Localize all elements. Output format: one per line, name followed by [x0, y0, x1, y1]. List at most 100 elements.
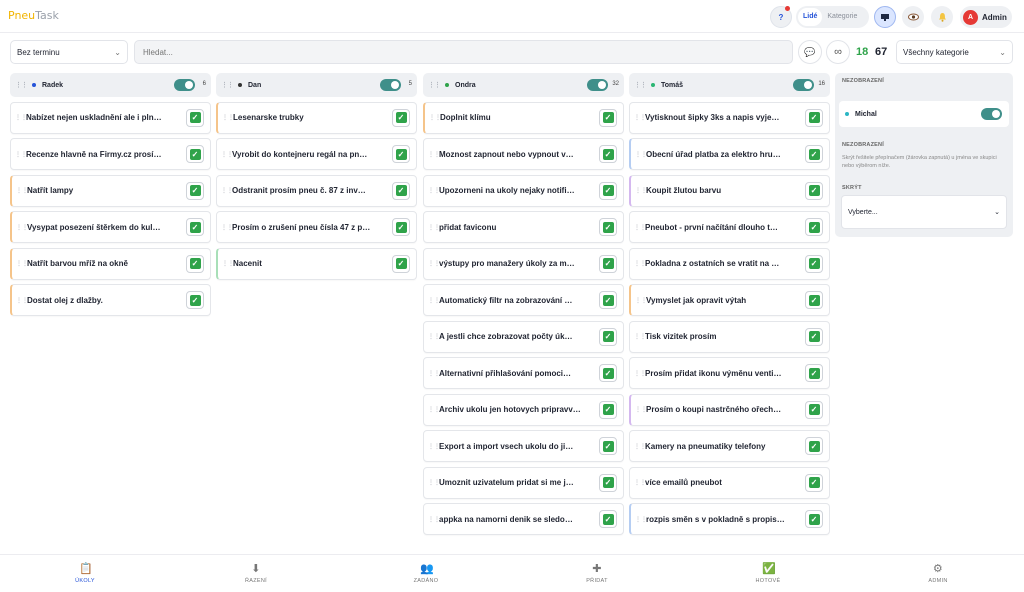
task-card[interactable]: ⋮⋮ Koupit žlutou barvu ✓ [629, 174, 830, 207]
nav-item-4[interactable]: ✅ HOTOVÉ [738, 563, 798, 584]
nav-item-2[interactable]: 👥 ZADÁNO [396, 563, 456, 584]
task-card[interactable]: ⋮⋮ Natřít lampy ✓ [10, 174, 211, 207]
drag-handle-icon[interactable]: ⋮⋮ [635, 151, 647, 158]
complete-checkbox[interactable]: ✓ [805, 364, 823, 382]
task-card[interactable]: ⋮⋮ Umoznit uzivatelum pridat si me j… ✓ [423, 466, 624, 499]
complete-checkbox[interactable]: ✓ [599, 181, 617, 200]
drag-handle-icon[interactable]: ⋮⋮ [15, 151, 27, 158]
nav-item-5[interactable]: ⚙ ADMIN [908, 563, 968, 584]
task-card[interactable]: ⋮⋮ Automatický filtr na zobrazování … ✓ [423, 284, 624, 316]
task-card[interactable]: ⋮⋮ Vytisknout šipky 3ks a napis vyje… ✓ [629, 101, 830, 134]
complete-checkbox[interactable]: ✓ [186, 181, 204, 200]
task-card[interactable]: ⋮⋮ Nacenit ✓ [216, 247, 417, 280]
notifications-button[interactable] [931, 6, 953, 28]
complete-checkbox[interactable]: ✓ [392, 145, 410, 163]
complete-checkbox[interactable]: ✓ [599, 364, 617, 382]
drag-handle-icon[interactable]: ⋮⋮ [428, 479, 440, 486]
task-card[interactable]: ⋮⋮ Export a import vsech ukolu do ji… ✓ [423, 430, 624, 462]
task-card[interactable]: ⋮⋮ Nabízet nejen uskladnění ale i pln… ✓ [10, 101, 211, 134]
visibility-toggle[interactable] [380, 79, 401, 91]
task-card[interactable]: ⋮⋮ přidat faviconu ✓ [423, 211, 624, 243]
complete-checkbox[interactable]: ✓ [186, 291, 204, 309]
category-filter-select[interactable]: Všechny kategorie ⌄ [896, 40, 1013, 64]
drag-handle-icon[interactable]: ⋮⋮ [634, 333, 646, 340]
complete-checkbox[interactable]: ✓ [186, 145, 204, 163]
drag-handle-icon[interactable]: ⋮⋮ [428, 224, 440, 231]
infinity-button[interactable]: ∞ [826, 40, 850, 64]
drag-handle-icon[interactable]: ⋮⋮ [16, 187, 28, 194]
complete-checkbox[interactable]: ✓ [805, 108, 823, 127]
task-card[interactable]: ⋮⋮ Odstranit prosím pneu č. 87 z inv… ✓ [216, 174, 417, 207]
task-card[interactable]: ⋮⋮ Upozorneni na ukoly nejaky notifi… ✓ [423, 174, 624, 207]
task-card[interactable]: ⋮⋮ výstupy pro manažery úkoly za m… ✓ [423, 247, 624, 280]
complete-checkbox[interactable]: ✓ [599, 108, 617, 127]
drag-handle-icon[interactable]: ⋮⋮ [221, 224, 233, 231]
complete-checkbox[interactable]: ✓ [186, 218, 204, 236]
complete-checkbox[interactable]: ✓ [599, 218, 617, 236]
task-card[interactable]: ⋮⋮ A jestli chce zobrazovat počty úk… ✓ [423, 320, 624, 353]
hidden-person-row[interactable]: Michal [839, 101, 1009, 127]
task-card[interactable]: ⋮⋮ Moznost zapnout nebo vypnout v… ✓ [423, 138, 624, 170]
search-field[interactable] [134, 40, 793, 64]
drag-handle-icon[interactable]: ⋮⋮ [428, 370, 440, 377]
drag-handle-icon[interactable]: ⋮⋮ [428, 516, 440, 523]
app-logo[interactable]: PneuTask [8, 9, 59, 22]
task-card[interactable]: ⋮⋮ Lesenarske trubky ✓ [216, 101, 417, 134]
hide-person-select[interactable]: Vyberte... ⌄ [841, 195, 1007, 229]
user-menu-button[interactable]: A Admin [960, 6, 1012, 28]
task-card[interactable]: ⋮⋮ Vysypat posezení štěrkem do kul… ✓ [10, 211, 211, 243]
drag-handle-icon[interactable]: ⋮⋮ [428, 187, 440, 194]
drag-handle-icon[interactable]: ⋮⋮ [634, 370, 646, 377]
visibility-toggle[interactable] [981, 108, 1002, 120]
task-card[interactable]: ⋮⋮ Vyrobit do kontejneru regál na pn… ✓ [216, 138, 417, 170]
drag-handle-icon[interactable]: ⋮⋮ [428, 151, 440, 158]
view-people-tab[interactable]: Lidé [798, 8, 823, 26]
complete-checkbox[interactable]: ✓ [805, 145, 823, 163]
complete-checkbox[interactable]: ✓ [599, 510, 617, 528]
complete-checkbox[interactable]: ✓ [599, 473, 617, 492]
task-card[interactable]: ⋮⋮ Obecní úřad platba za elektro hru… ✓ [629, 138, 830, 170]
complete-checkbox[interactable]: ✓ [805, 400, 823, 419]
drag-handle-icon[interactable]: ⋮⋮ [428, 443, 440, 450]
complete-checkbox[interactable]: ✓ [599, 145, 617, 163]
task-card[interactable]: ⋮⋮ Recenze hlavně na Firmy.cz prosí… ✓ [10, 138, 211, 170]
drag-handle-icon[interactable]: ⋮⋮ [634, 224, 646, 231]
task-card[interactable]: ⋮⋮ Doplnit klímu ✓ [423, 101, 624, 134]
drag-handle-icon[interactable]: ⋮⋮ [634, 81, 647, 89]
complete-checkbox[interactable]: ✓ [599, 291, 617, 309]
task-card[interactable]: ⋮⋮ Archiv ukolu jen hotovych pripravv… ✓ [423, 393, 624, 426]
task-card[interactable]: ⋮⋮ Pokladna z ostatních se vratit na … ✓ [629, 247, 830, 280]
task-card[interactable]: ⋮⋮ Alternativní přihlašování pomoci… ✓ [423, 357, 624, 389]
complete-checkbox[interactable]: ✓ [599, 437, 617, 455]
drag-handle-icon[interactable]: ⋮⋮ [16, 297, 28, 304]
visibility-toggle[interactable] [174, 79, 195, 91]
task-card[interactable]: ⋮⋮ Pneubot - první načítání dlouho t… ✓ [629, 211, 830, 243]
task-card[interactable]: ⋮⋮ více emailů pneubot ✓ [629, 466, 830, 499]
complete-checkbox[interactable]: ✓ [805, 510, 823, 528]
drag-handle-icon[interactable]: ⋮⋮ [16, 260, 28, 267]
drag-handle-icon[interactable]: ⋮⋮ [635, 516, 647, 523]
task-card[interactable]: ⋮⋮ Prosím o koupi nastrčného ořech… ✓ [629, 393, 830, 426]
visibility-toggle[interactable] [587, 79, 608, 91]
nav-item-1[interactable]: ⬇ ŘAZENÍ [226, 563, 286, 584]
drag-handle-icon[interactable]: ⋮⋮ [221, 187, 233, 194]
visibility-button[interactable] [902, 6, 924, 28]
task-card[interactable]: ⋮⋮ rozpis směn s v pokladně s propis… ✓ [629, 503, 830, 535]
view-category-tab[interactable]: Kategorie [822, 8, 862, 26]
complete-checkbox[interactable]: ✓ [805, 473, 823, 492]
search-input[interactable] [143, 47, 784, 57]
task-card[interactable]: ⋮⋮ Prosím přidat ikonu výměnu venti… ✓ [629, 357, 830, 389]
comments-button[interactable]: 💬 [798, 40, 822, 64]
help-button[interactable]: ? [770, 6, 792, 28]
deadline-filter-select[interactable]: Bez terminu ⌄ [10, 40, 128, 64]
task-card[interactable]: ⋮⋮ Kamery na pneumatiky telefony ✓ [629, 430, 830, 462]
complete-checkbox[interactable]: ✓ [805, 254, 823, 273]
drag-handle-icon[interactable]: ⋮⋮ [15, 114, 27, 121]
task-card[interactable]: ⋮⋮ Tisk vizitek prosím ✓ [629, 320, 830, 353]
drag-handle-icon[interactable]: ⋮⋮ [428, 297, 440, 304]
drag-handle-icon[interactable]: ⋮⋮ [221, 151, 233, 158]
complete-checkbox[interactable]: ✓ [805, 437, 823, 455]
drag-handle-icon[interactable]: ⋮⋮ [222, 260, 234, 267]
complete-checkbox[interactable]: ✓ [392, 181, 410, 200]
task-card[interactable]: ⋮⋮ appka na namorni denik se sledo… ✓ [423, 503, 624, 535]
